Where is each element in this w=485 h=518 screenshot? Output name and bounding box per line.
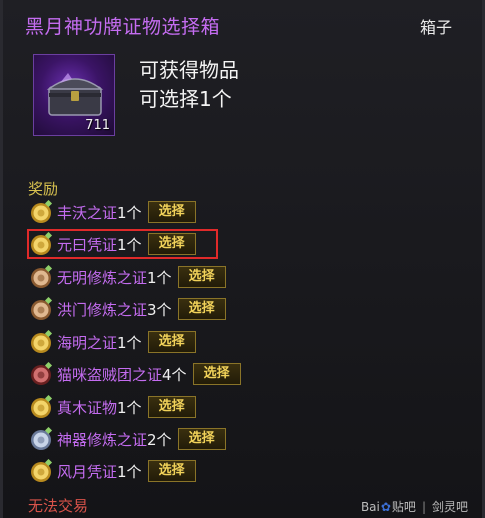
reward-name: 无明修炼之证 <box>57 268 148 287</box>
select-button[interactable]: 选择 <box>177 428 226 450</box>
reward-row: 风月凭证 1个 选择 <box>29 458 196 484</box>
select-button[interactable]: 选择 <box>147 201 196 223</box>
reward-row: 真木证物 1个 选择 <box>29 394 196 420</box>
reward-row: 海明之证 1个 选择 <box>29 329 196 355</box>
highlight-box <box>27 229 218 259</box>
reward-row: 洪门修炼之证 3个 选择 <box>29 296 226 322</box>
item-title: 黑月神功牌证物选择箱 <box>25 16 221 38</box>
chest-item-icon: 711 <box>33 54 115 136</box>
gold-medal-icon <box>31 395 53 418</box>
reward-row: 猫咪盗贼团之证 4个 选择 <box>29 361 241 387</box>
bronze-seal-icon <box>31 265 53 288</box>
baidu-tieba-label: 贴吧 <box>391 500 416 514</box>
reward-name: 风月凭证 <box>57 462 118 481</box>
gold-medal-icon <box>31 459 53 482</box>
reward-quantity: 2个 <box>147 430 172 449</box>
reward-label: 奖励 <box>28 180 59 198</box>
gold-medal-icon <box>31 200 53 223</box>
reward-quantity: 1个 <box>117 398 142 417</box>
item-count: 711 <box>85 118 110 133</box>
obtain-info: 可获得物品 可选择1个 <box>139 56 239 114</box>
reward-quantity: 1个 <box>117 203 142 222</box>
reward-name: 洪门修炼之证 <box>57 300 148 319</box>
select-button[interactable]: 选择 <box>192 363 241 385</box>
obtain-line-2: 可选择1个 <box>139 87 232 111</box>
trade-status: 无法交易 <box>28 497 89 515</box>
select-button[interactable]: 选择 <box>147 460 196 482</box>
reward-name: 真木证物 <box>57 398 118 417</box>
item-tooltip: 黑月神功牌证物选择箱 箱子 711 可获得物品 可选择1个 奖励 丰沃之证 1个选… <box>0 0 485 518</box>
baidu-paw-icon: ✿ <box>380 499 391 514</box>
reward-quantity: 3个 <box>147 300 172 319</box>
obtain-line-1: 可获得物品 <box>139 58 239 82</box>
reward-row: 神器修炼之证 2个 选择 <box>29 426 226 452</box>
select-button[interactable]: 选择 <box>177 266 226 288</box>
bronze-seal-icon <box>31 297 53 320</box>
reward-name: 神器修炼之证 <box>57 430 148 449</box>
gold-medal-icon <box>31 330 53 353</box>
red-seal-icon <box>31 362 53 385</box>
forum-name: 剑灵吧 <box>431 500 468 514</box>
silver-seal-icon <box>31 427 53 450</box>
reward-row: 无明修炼之证 1个 选择 <box>29 264 226 290</box>
select-button[interactable]: 选择 <box>147 396 196 418</box>
watermark-separator: | <box>421 499 426 514</box>
reward-name: 丰沃之证 <box>57 203 118 222</box>
reward-quantity: 1个 <box>117 462 142 481</box>
reward-row: 丰沃之证 1个 选择 <box>29 199 196 225</box>
reward-quantity: 4个 <box>162 365 187 384</box>
reward-quantity: 1个 <box>147 268 172 287</box>
select-button[interactable]: 选择 <box>177 298 226 320</box>
select-button[interactable]: 选择 <box>147 331 196 353</box>
reward-quantity: 1个 <box>117 333 142 352</box>
item-category: 箱子 <box>419 18 452 37</box>
reward-name: 猫咪盗贼团之证 <box>57 365 163 384</box>
watermark: Bai ✿ 贴吧 | 剑灵吧 <box>361 498 468 515</box>
baidu-logo: Bai <box>360 499 380 514</box>
chest-icon <box>46 73 104 116</box>
reward-name: 海明之证 <box>57 333 118 352</box>
